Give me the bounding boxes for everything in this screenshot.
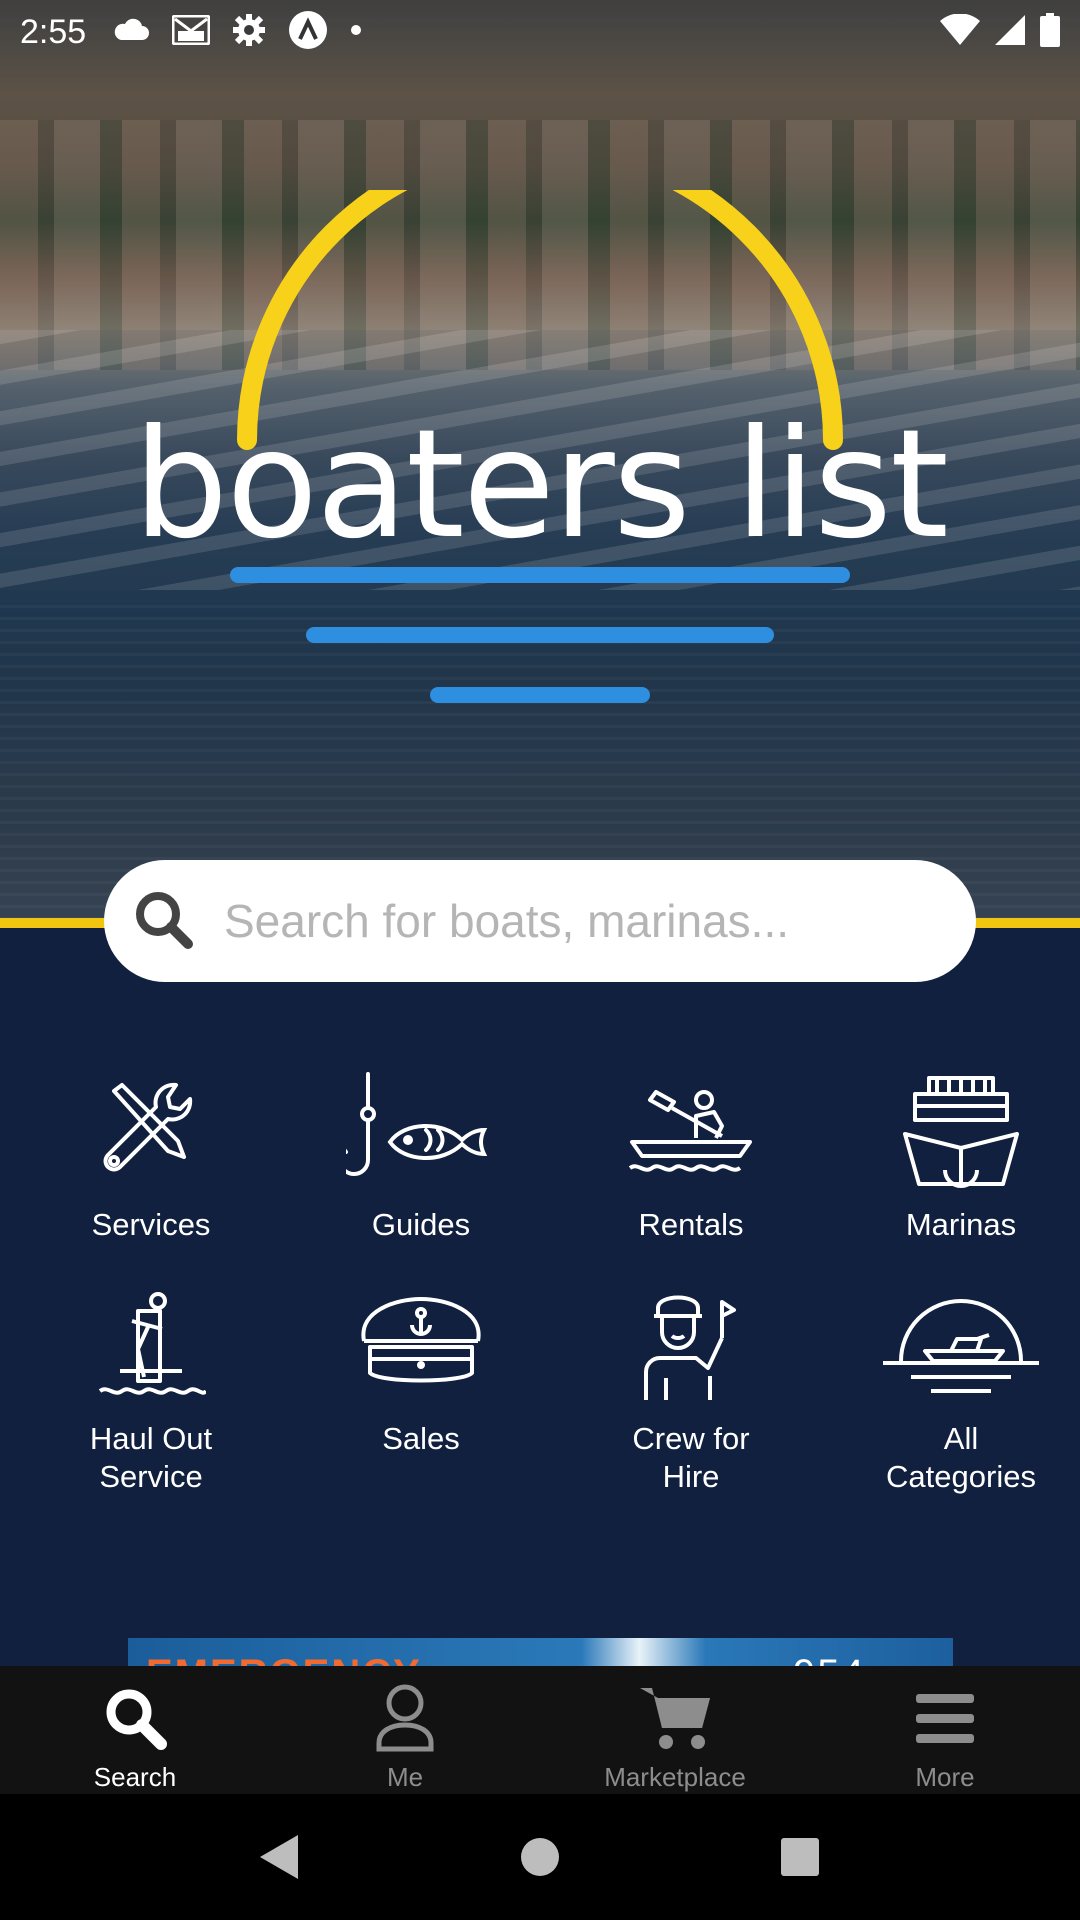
nav-me[interactable]: Me — [270, 1666, 540, 1794]
search-bar[interactable] — [104, 860, 976, 982]
system-navigation-bar — [0, 1794, 1080, 1920]
kayak-icon — [611, 1070, 771, 1194]
logo-text: boaters list — [133, 398, 949, 572]
search-input[interactable] — [224, 894, 924, 948]
category-rentals[interactable]: Rentals — [565, 1070, 817, 1244]
haul-out-icon — [71, 1284, 231, 1408]
person-icon — [375, 1682, 435, 1754]
status-bar: 2:55 — [0, 0, 1080, 64]
app-icon — [288, 10, 328, 55]
menu-icon — [916, 1682, 974, 1754]
crew-icon — [611, 1284, 771, 1408]
category-services[interactable]: Services — [25, 1070, 277, 1244]
wrench-screwdriver-icon — [71, 1070, 231, 1194]
nav-marketplace[interactable]: Marketplace — [540, 1666, 810, 1794]
signal-icon — [994, 14, 1026, 51]
category-crew-for-hire[interactable]: Crew for Hire — [565, 1284, 817, 1496]
nav-search[interactable]: Search — [0, 1666, 270, 1794]
category-label: Rentals — [638, 1207, 744, 1242]
search-icon — [99, 1682, 171, 1754]
nav-label: Marketplace — [604, 1762, 746, 1792]
nav-label: More — [915, 1762, 975, 1792]
category-label: Services — [91, 1207, 211, 1242]
category-label: Crew for Hire — [632, 1421, 750, 1494]
category-label: Sales — [382, 1421, 460, 1456]
ad-banner[interactable]: EMERGENCY 954-789 — [128, 1638, 953, 1668]
category-label: Guides — [371, 1207, 471, 1242]
status-time: 2:55 — [20, 12, 87, 51]
dot-icon — [350, 23, 362, 41]
bottom-navigation: Search Me Marketplace More — [0, 1666, 1080, 1794]
cart-icon — [638, 1682, 712, 1754]
category-grid: Services Guides Rentals Marinas Haul Out… — [0, 1070, 1080, 1496]
wifi-icon — [940, 12, 980, 51]
cloud-icon — [112, 18, 150, 47]
battery-icon — [1040, 12, 1060, 52]
ship-icon — [881, 1070, 1041, 1194]
recents-icon[interactable] — [770, 1827, 830, 1887]
captain-hat-icon — [341, 1284, 501, 1408]
fishing-hook-icon — [341, 1070, 501, 1194]
category-label: Haul Out Service — [89, 1421, 213, 1494]
boaters-list-logo: boaters list — [0, 190, 1080, 720]
category-all-categories[interactable]: All Categories — [835, 1284, 1080, 1496]
home-icon[interactable] — [510, 1827, 570, 1887]
category-sales[interactable]: Sales — [295, 1284, 547, 1496]
back-icon[interactable] — [250, 1827, 310, 1887]
search-icon — [130, 886, 200, 956]
gmail-icon — [171, 14, 211, 50]
nav-more[interactable]: More — [810, 1666, 1080, 1794]
sunset-boat-icon — [881, 1284, 1041, 1408]
category-marinas[interactable]: Marinas — [835, 1070, 1080, 1244]
category-haul-out-service[interactable]: Haul Out Service — [25, 1284, 277, 1496]
category-label: Marinas — [905, 1207, 1017, 1242]
settings-icon — [232, 13, 266, 52]
nav-label: Search — [93, 1762, 177, 1792]
nav-label: Me — [386, 1762, 424, 1792]
category-label: All Categories — [886, 1421, 1036, 1494]
category-guides[interactable]: Guides — [295, 1070, 547, 1244]
